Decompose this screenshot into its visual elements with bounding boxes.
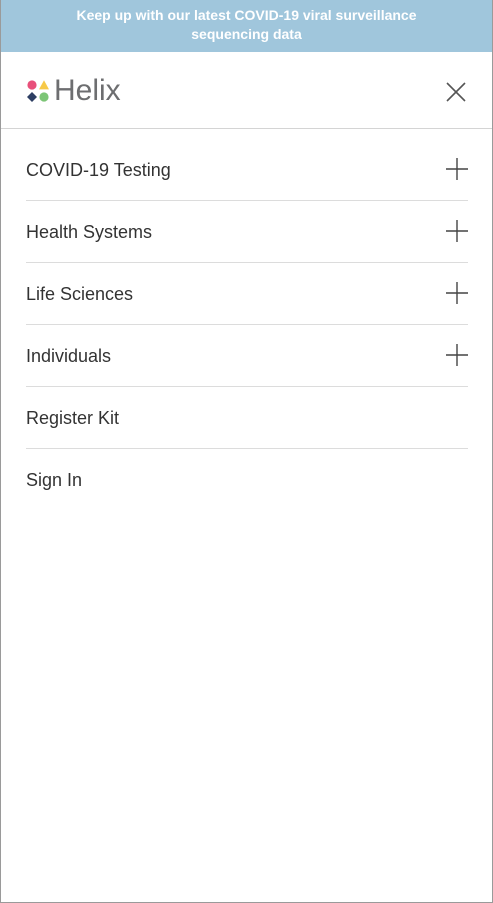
menu-item-label: Register Kit	[26, 408, 120, 428]
announcement-banner[interactable]: Keep up with our latest COVID-19 viral s…	[1, 0, 492, 52]
menu-item-label: Life Sciences	[26, 284, 134, 304]
menu-item-label: Health Systems	[26, 222, 153, 242]
plus-icon[interactable]	[446, 220, 468, 242]
close-icon[interactable]	[445, 81, 467, 103]
logo-text: Helix	[54, 74, 121, 107]
menu-item-covid-19-testing[interactable]: COVID-19 Testing	[26, 139, 468, 201]
banner-text[interactable]: Keep up with our latest COVID-19 viral s…	[77, 7, 417, 42]
menu-item-label: Sign In	[26, 470, 83, 490]
menu-item-individuals[interactable]: Individuals	[26, 325, 468, 387]
plus-icon[interactable]	[446, 158, 468, 180]
menu-item-label: COVID-19 Testing	[26, 160, 171, 180]
helix-logo[interactable]: Helix	[26, 76, 121, 106]
menu-item-life-sciences[interactable]: Life Sciences	[26, 263, 468, 325]
header: Helix	[1, 52, 492, 129]
menu-item-health-systems[interactable]: Health Systems	[26, 201, 468, 263]
menu-item-sign-in[interactable]: Sign In	[26, 449, 468, 511]
menu-item-label: Individuals	[26, 346, 112, 366]
menu-item-register-kit[interactable]: Register Kit	[26, 387, 468, 449]
plus-icon[interactable]	[446, 344, 468, 366]
plus-icon[interactable]	[446, 282, 468, 304]
helix-logo-mark-icon	[27, 80, 49, 102]
nav-menu: COVID-19 Testing Health Systems Life Sci…	[26, 139, 468, 511]
